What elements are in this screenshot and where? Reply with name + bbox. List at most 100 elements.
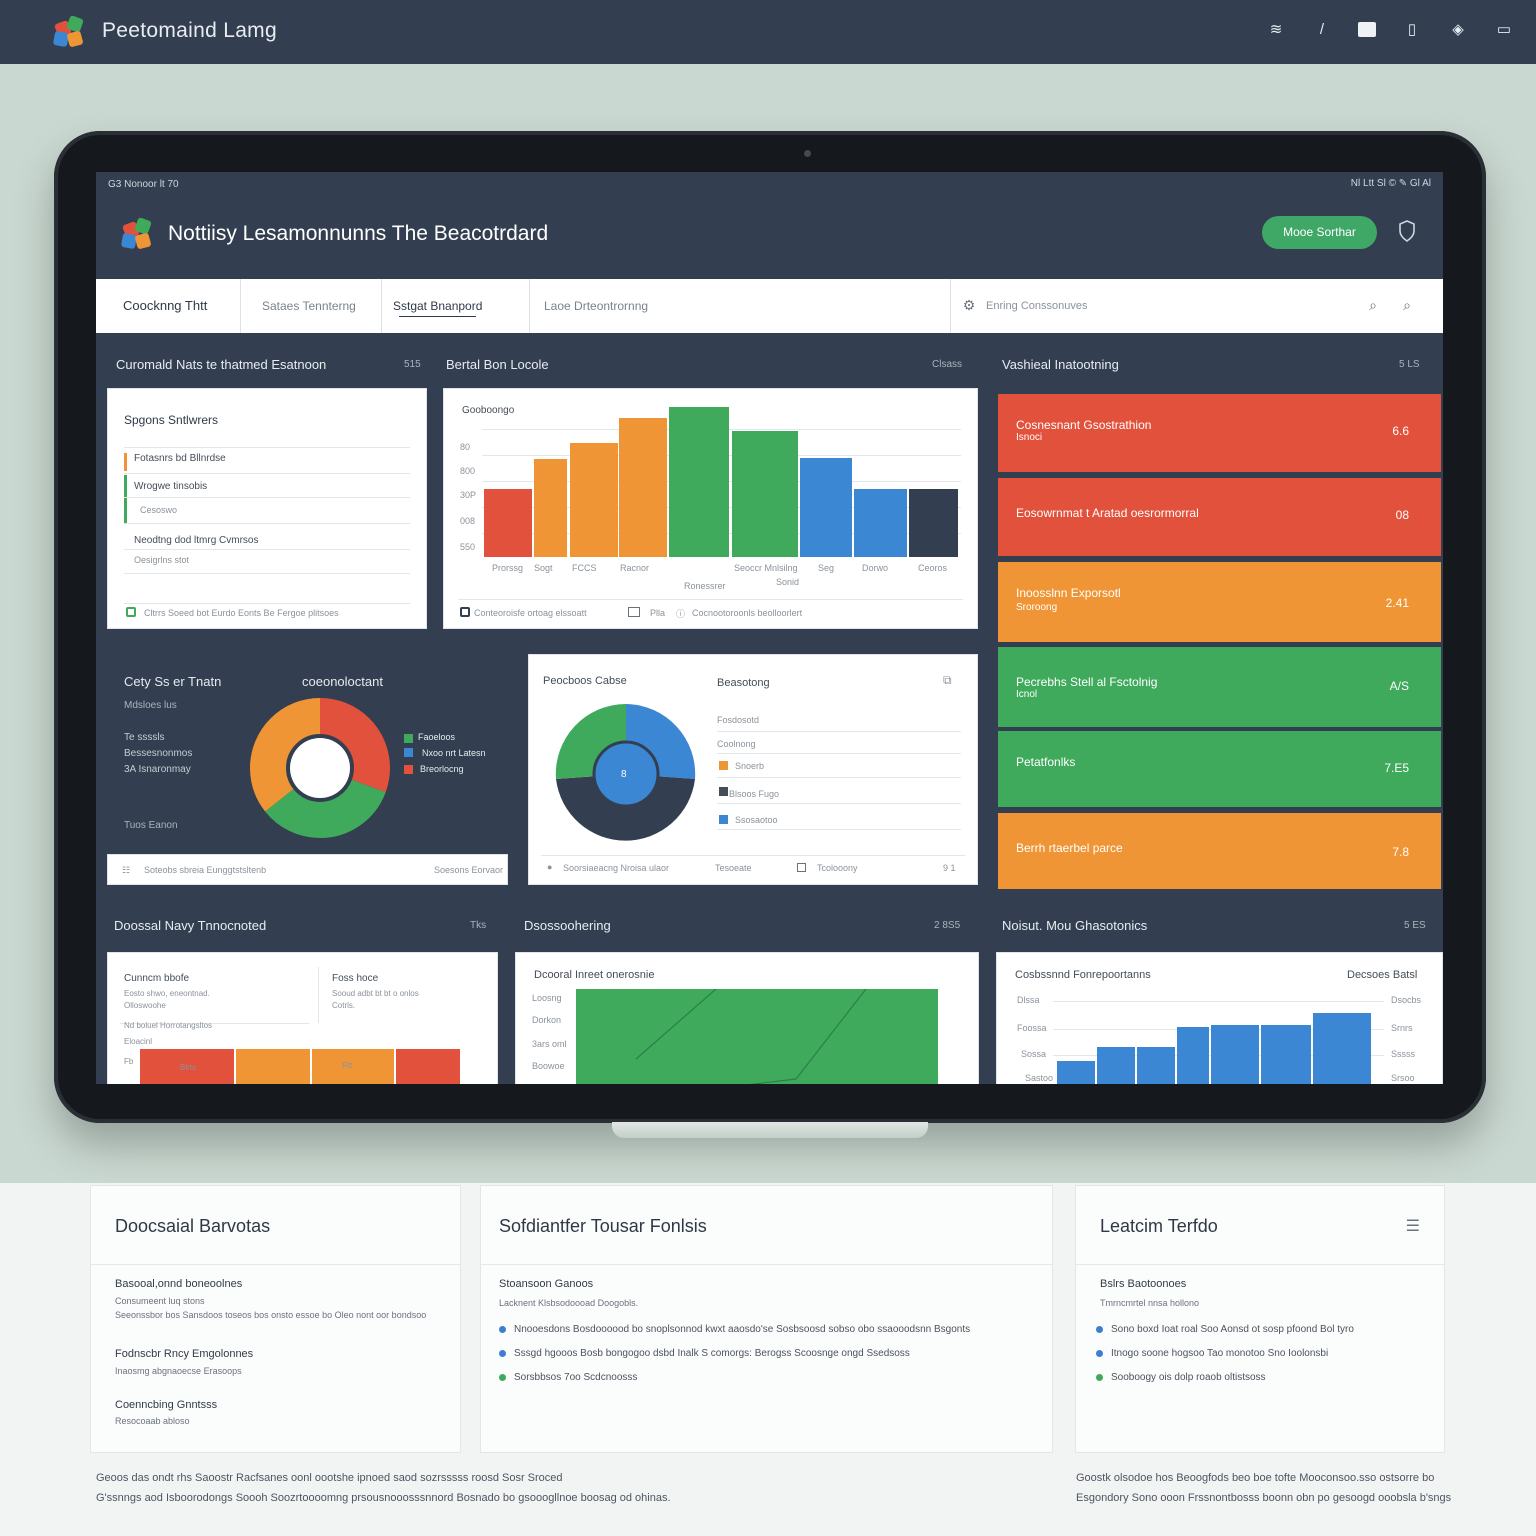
item-title[interactable]: Basooal,onnd boneoolnes bbox=[115, 1278, 242, 1290]
bar[interactable] bbox=[1057, 1061, 1095, 1084]
metric-tile[interactable]: Petatfonlks 7.E5 bbox=[998, 731, 1441, 807]
metric-tile[interactable]: Cosnesnant Gsostrathion Isnoci 6.6 bbox=[998, 394, 1441, 472]
list-item[interactable]: Fotasnrs bd Bllnrdse bbox=[134, 453, 226, 464]
metric-tile[interactable]: Eosowrnmat t Aratad oesrormorral 08 bbox=[998, 478, 1441, 556]
divider bbox=[124, 573, 410, 574]
search-icon-2[interactable]: ⌕ bbox=[1398, 297, 1416, 315]
shield-icon[interactable] bbox=[1398, 220, 1416, 242]
list-item[interactable]: Wrogwe tinsobis bbox=[134, 481, 207, 492]
section-count: Clsass bbox=[932, 359, 963, 370]
info-card: Sofdiantfer Tousar Fonlsis Stoansoon Gan… bbox=[480, 1185, 1053, 1453]
bullet-item[interactable]: Itnogo soone hogsoo Tao monotoo Sno Iool… bbox=[1096, 1348, 1328, 1359]
bar[interactable] bbox=[669, 407, 729, 557]
wifi-icon[interactable]: ≋ bbox=[1266, 18, 1286, 42]
card-heading: Sofdiantfer Tousar Fonlsis bbox=[499, 1216, 707, 1236]
divider bbox=[717, 753, 961, 754]
bullet-item[interactable]: Sssgd hgooos Bosb bongogoo dsbd Inalk S … bbox=[499, 1348, 910, 1359]
item-title[interactable]: Coenncbing Gnntsss bbox=[115, 1399, 217, 1411]
item-sub: Tmrncmrtel nnsa hollono bbox=[1100, 1298, 1200, 1308]
legend-label: Nxoo nrt Latesn bbox=[422, 748, 486, 758]
bar[interactable] bbox=[909, 489, 958, 557]
tab-3[interactable]: Sstgat Bnanpord bbox=[393, 279, 482, 333]
info-card: Doocsaial Barvotas Basooal,onnd boneooln… bbox=[90, 1185, 461, 1453]
document-icon[interactable] bbox=[1358, 22, 1376, 37]
donut-chart bbox=[250, 698, 390, 838]
search-icon[interactable]: ⌕ bbox=[1364, 297, 1382, 315]
metric-tile[interactable]: Berrh rtaerbel parce 7.8 bbox=[998, 813, 1441, 889]
window-icon[interactable]: ▭ bbox=[1494, 18, 1514, 42]
bar[interactable] bbox=[854, 489, 907, 557]
card-text: Eosto shwo, eneontnad. bbox=[124, 989, 210, 998]
bar-segment[interactable] bbox=[396, 1049, 460, 1084]
bar[interactable] bbox=[732, 431, 798, 557]
metric-tile[interactable]: Pecrebhs Stell al Fsctolnig Icnol A/S bbox=[998, 647, 1441, 727]
divider bbox=[717, 777, 961, 778]
divider bbox=[124, 473, 410, 474]
bullet-item[interactable]: Sono boxd Ioat roal Soo Aonsd ot sosp pf… bbox=[1096, 1324, 1354, 1335]
bar[interactable] bbox=[1177, 1027, 1209, 1084]
app-logo[interactable] bbox=[50, 12, 90, 52]
accent-bar bbox=[124, 453, 127, 471]
bar-label: Fb bbox=[124, 1057, 134, 1066]
card-title: Spgons Sntlwrers bbox=[124, 413, 219, 427]
legend-label: Snoerb bbox=[735, 761, 765, 771]
item-sub: Lacknent Klsbsodoooad Doogobls. bbox=[499, 1298, 639, 1308]
shield-icon[interactable]: ◈ bbox=[1448, 18, 1468, 42]
tab-4[interactable]: Laoe Drteontrornng bbox=[544, 279, 648, 333]
chart-title: Peocboos Cabse bbox=[543, 675, 627, 687]
item-title[interactable]: Stoansoon Ganoos bbox=[499, 1278, 593, 1290]
gridline bbox=[1053, 1001, 1384, 1002]
divider bbox=[717, 829, 961, 830]
bar[interactable] bbox=[484, 489, 532, 557]
pin-icon[interactable]: ● bbox=[547, 862, 552, 872]
item-title[interactable]: Fodnscbr Rncy Emgolonnes bbox=[115, 1348, 253, 1360]
bar[interactable] bbox=[1261, 1025, 1311, 1084]
list-item[interactable]: Neodtng dod ltmrg Cvmrsos bbox=[134, 535, 259, 546]
x-tick: Seoccr Mnlsilng bbox=[734, 563, 798, 573]
bullet-dot bbox=[1096, 1349, 1103, 1357]
bar[interactable] bbox=[570, 443, 618, 557]
bullet-item[interactable]: Nnooesdons Bosdoooood bo snoplsonnod kwx… bbox=[499, 1324, 970, 1335]
grid-icon[interactable]: ☷ bbox=[122, 865, 130, 876]
checkbox[interactable] bbox=[797, 863, 806, 872]
calendar-icon[interactable] bbox=[628, 607, 640, 617]
bullet-item[interactable]: Sooboogy ois dolp roaob oltistsoss bbox=[1096, 1372, 1266, 1383]
section-title: Doossal Navy Tnnocnoted bbox=[114, 918, 267, 933]
area-fill[interactable] bbox=[576, 989, 938, 1084]
tab-1[interactable]: Coocknng Thtt bbox=[123, 279, 207, 333]
bar[interactable] bbox=[619, 418, 667, 557]
panel-title: Cety Ss er Tnatn bbox=[124, 674, 222, 689]
y-tick: 550 bbox=[460, 542, 476, 552]
bar-segment[interactable] bbox=[236, 1049, 310, 1084]
bar-segment[interactable] bbox=[312, 1049, 394, 1084]
summary-card: Spgons Sntlwrers Fotasnrs bd Bllnrdse Wr… bbox=[107, 388, 427, 629]
info-icon[interactable]: ⓘ bbox=[676, 607, 685, 620]
metric-value: 6.6 bbox=[1392, 424, 1409, 438]
info-card: Leatcim Terfdo ☰ Bslrs Baotoonoes Tmrncm… bbox=[1075, 1185, 1445, 1453]
settings-icon[interactable]: ⚙ bbox=[960, 297, 978, 315]
bar[interactable] bbox=[1137, 1047, 1175, 1084]
menu-icon[interactable]: ☰ bbox=[1406, 1216, 1420, 1236]
bullet-item[interactable]: Sorsbbsos 7oo Scdcnoosss bbox=[499, 1372, 637, 1383]
checkbox[interactable] bbox=[460, 607, 470, 617]
legend-label: Blsoos Fugo bbox=[729, 789, 780, 799]
pen-icon[interactable]: / bbox=[1312, 18, 1332, 42]
bar[interactable] bbox=[534, 459, 567, 557]
divider bbox=[717, 803, 961, 804]
legend-swatch bbox=[719, 761, 728, 770]
checkbox[interactable] bbox=[126, 607, 136, 617]
section-count: 2 8S5 bbox=[934, 920, 961, 931]
tablet-screen: G3 Nonoor lt 70 Nl Ltt Sl © ✎ Gl Al Nott… bbox=[96, 172, 1443, 1084]
metric-tile[interactable]: Inoosslnn Exporsotl Sroroong 2.41 bbox=[998, 562, 1441, 642]
bar[interactable] bbox=[800, 458, 852, 557]
bar[interactable] bbox=[1313, 1013, 1371, 1084]
battery-icon[interactable]: ▯ bbox=[1402, 18, 1422, 42]
primary-action-button[interactable]: Mooe Sorthar bbox=[1262, 216, 1377, 249]
bar[interactable] bbox=[1211, 1025, 1259, 1084]
bar-segment[interactable] bbox=[140, 1049, 174, 1084]
expand-icon[interactable]: ⧉ bbox=[943, 673, 952, 688]
search-input[interactable]: Enring Conssonuves bbox=[986, 279, 1088, 333]
bar[interactable] bbox=[1097, 1047, 1135, 1084]
item-title[interactable]: Bslrs Baotoonoes bbox=[1100, 1278, 1186, 1290]
tab-2[interactable]: Sataes Tennterng bbox=[262, 279, 356, 333]
